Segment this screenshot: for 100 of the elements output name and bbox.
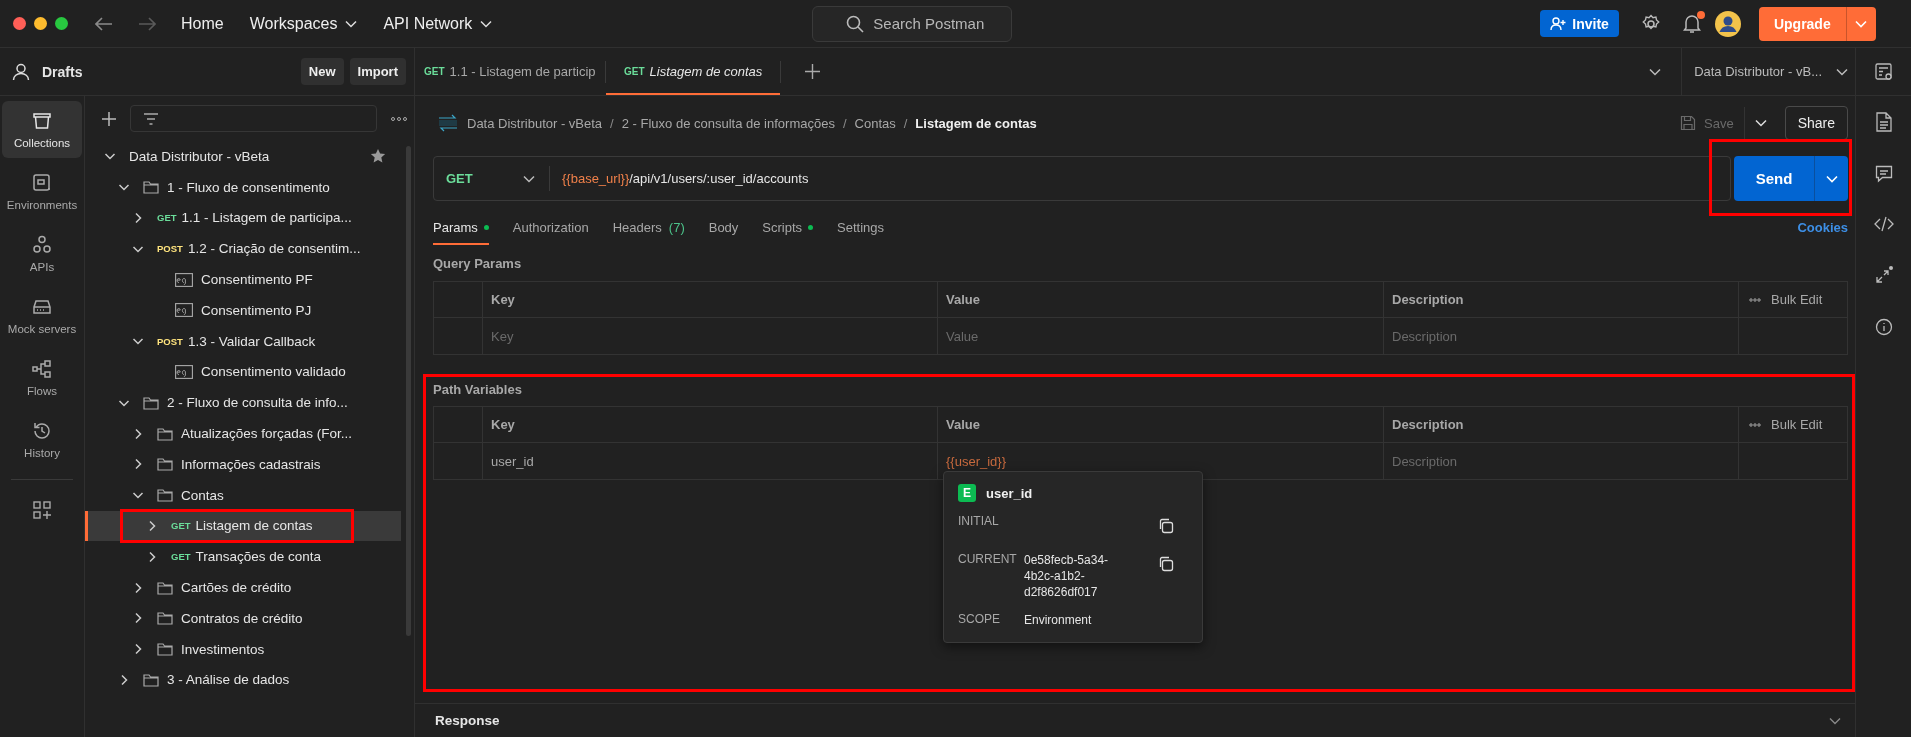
zoom-window-button[interactable] (55, 17, 68, 30)
key-input-field[interactable]: Key (491, 328, 915, 344)
environment-quick-look-icon[interactable] (1873, 61, 1894, 82)
tree-item[interactable]: Informações cadastrais (85, 448, 401, 480)
tree-item[interactable]: Data Distributor - vBeta (85, 141, 401, 172)
tree-item[interactable]: 2 - Fluxo de consulta de info... (85, 387, 401, 419)
arrows-icon[interactable] (1873, 265, 1894, 285)
request-section-tab[interactable]: Body (708, 209, 739, 245)
method-dropdown[interactable]: GET (434, 157, 549, 200)
nav-menu[interactable]: Workspaces (249, 14, 358, 33)
request-section-tab[interactable]: Headers (7) (612, 209, 685, 245)
header-button[interactable]: New (300, 58, 344, 85)
tree-item[interactable]: Consentimento PF (85, 264, 401, 295)
chevron-down-icon[interactable] (1829, 716, 1841, 725)
column-header: Key (483, 282, 938, 318)
tree-item[interactable]: 3 - Análise de dados (85, 664, 401, 696)
request-section-tab[interactable]: Settings (837, 209, 885, 245)
bulk-edit-link[interactable]: Bulk Edit (1771, 292, 1823, 307)
environments-icon (31, 172, 53, 194)
collections-icon (31, 110, 53, 132)
caret-icon (345, 19, 358, 28)
new-tab-icon[interactable] (805, 64, 821, 79)
tree-item[interactable]: Investimentos (85, 633, 401, 665)
flows-icon (31, 358, 53, 380)
document-icon[interactable] (1874, 112, 1893, 132)
item-label: 1.2 - Criação de consentim... (187, 241, 361, 257)
breadcrumb-separator: / (903, 115, 908, 131)
breadcrumb-link[interactable]: 2 - Fluxo de consulta de informações (621, 115, 835, 131)
tree-item[interactable]: Consentimento validado (85, 356, 401, 388)
tree-item[interactable]: Atualizações forçadas (For... (85, 418, 401, 449)
star-icon[interactable] (370, 148, 386, 165)
back-arrow-icon[interactable] (95, 16, 113, 31)
request-tab[interactable]: GET Listagem de contas (606, 48, 781, 95)
item-label: 2 - Fluxo de consulta de info... (167, 395, 348, 411)
tree-item[interactable]: Consentimento PJ (85, 295, 401, 326)
folder-icon (143, 180, 159, 195)
add-apps-icon[interactable] (32, 500, 52, 520)
upgrade-menu-button[interactable] (1845, 6, 1876, 41)
table-cell: user_id (491, 453, 534, 469)
notification-bell-icon[interactable] (1682, 13, 1701, 34)
copy-icon[interactable] (1158, 556, 1174, 572)
tree-item[interactable]: POST 1.2 - Criação de consentim... (85, 233, 401, 265)
breadcrumb-link[interactable]: Data Distributor - vBeta (467, 115, 603, 131)
sidebar-nav-item[interactable]: Flows (2, 349, 82, 406)
copy-icon[interactable] (1158, 518, 1174, 534)
invite-button[interactable]: Invite (1540, 10, 1619, 37)
avatar-icon[interactable] (1714, 10, 1741, 37)
send-button[interactable]: Send (1734, 156, 1814, 201)
item-label: Investimentos (181, 641, 265, 657)
item-label: Cartões de crédito (181, 580, 292, 596)
close-window-button[interactable] (13, 17, 26, 30)
bulk-edit-link[interactable]: Bulk Edit (1771, 417, 1823, 432)
nav-menu[interactable]: Home (181, 14, 224, 33)
url-field[interactable]: GET {{base_url}}/api/v1/users/:user_id/accounts (433, 156, 1731, 201)
code-icon[interactable] (1873, 216, 1894, 232)
method-label: POST (157, 335, 183, 347)
request-section-tab[interactable]: Params (433, 209, 489, 245)
sidebar-nav-item[interactable]: History (2, 411, 82, 468)
more-icon[interactable] (1749, 422, 1761, 427)
add-icon[interactable] (102, 111, 116, 126)
search-field[interactable]: Search Postman (812, 5, 1013, 42)
tree-item[interactable]: Cartões de crédito (85, 572, 401, 603)
tree-item[interactable]: GET 1.1 - Listagem de participa... (85, 202, 401, 234)
environment-selector[interactable]: Data Distributor - vB... (1694, 64, 1848, 79)
sidebar-nav-item[interactable]: Collections (2, 101, 82, 158)
tree-item[interactable]: GET Transações de conta (85, 541, 401, 573)
environment-badge: E (958, 484, 976, 502)
comment-icon[interactable] (1874, 165, 1893, 183)
item-label: Listagem de contas (195, 518, 313, 534)
sidebar-nav-item[interactable]: Mock servers (2, 287, 82, 344)
minimize-window-button[interactable] (34, 17, 47, 30)
tree-item[interactable]: Contratos de crédito (85, 602, 401, 634)
more-icon[interactable] (1749, 297, 1761, 302)
breadcrumb-link[interactable]: Contas (854, 115, 896, 131)
header-button[interactable]: Import (349, 58, 406, 85)
sidebar-nav-item[interactable]: APIs (2, 225, 82, 282)
request-section-tab[interactable]: Authorization (512, 209, 589, 245)
description-input-field[interactable]: Description (1392, 453, 1721, 469)
tree-item[interactable]: POST 1.3 - Validar Callback (85, 325, 401, 357)
tree-item[interactable]: 1 - Fluxo de consentimento (85, 171, 401, 203)
description-input-field[interactable]: Description (1392, 328, 1721, 344)
value-input-field[interactable]: Value (946, 328, 1362, 344)
more-icon[interactable] (391, 116, 407, 121)
cookies-link[interactable]: Cookies (1797, 219, 1848, 235)
example-icon (175, 364, 193, 379)
caret-icon (480, 19, 493, 28)
item-label: 1.3 - Validar Callback (187, 333, 316, 349)
filter-field[interactable] (130, 105, 377, 132)
request-tab[interactable]: GET 1.1 - Listagem de particip (415, 48, 605, 95)
add-user-icon (1550, 16, 1567, 31)
nav-menu[interactable]: API Network (383, 14, 493, 33)
sidebar-nav-item[interactable]: Environments (2, 163, 82, 220)
info-icon[interactable] (1874, 318, 1893, 336)
variable-value[interactable]: {{user_id}} (946, 453, 1006, 469)
field-label: INITIAL (958, 514, 1000, 528)
workspace-title: Drafts (42, 63, 83, 80)
tree-item[interactable]: GET Listagem de contas (85, 510, 401, 542)
chevron-down-icon[interactable] (1649, 67, 1662, 76)
tree-item[interactable]: Contas (85, 479, 401, 511)
request-section-tab[interactable]: Scripts (762, 209, 814, 245)
